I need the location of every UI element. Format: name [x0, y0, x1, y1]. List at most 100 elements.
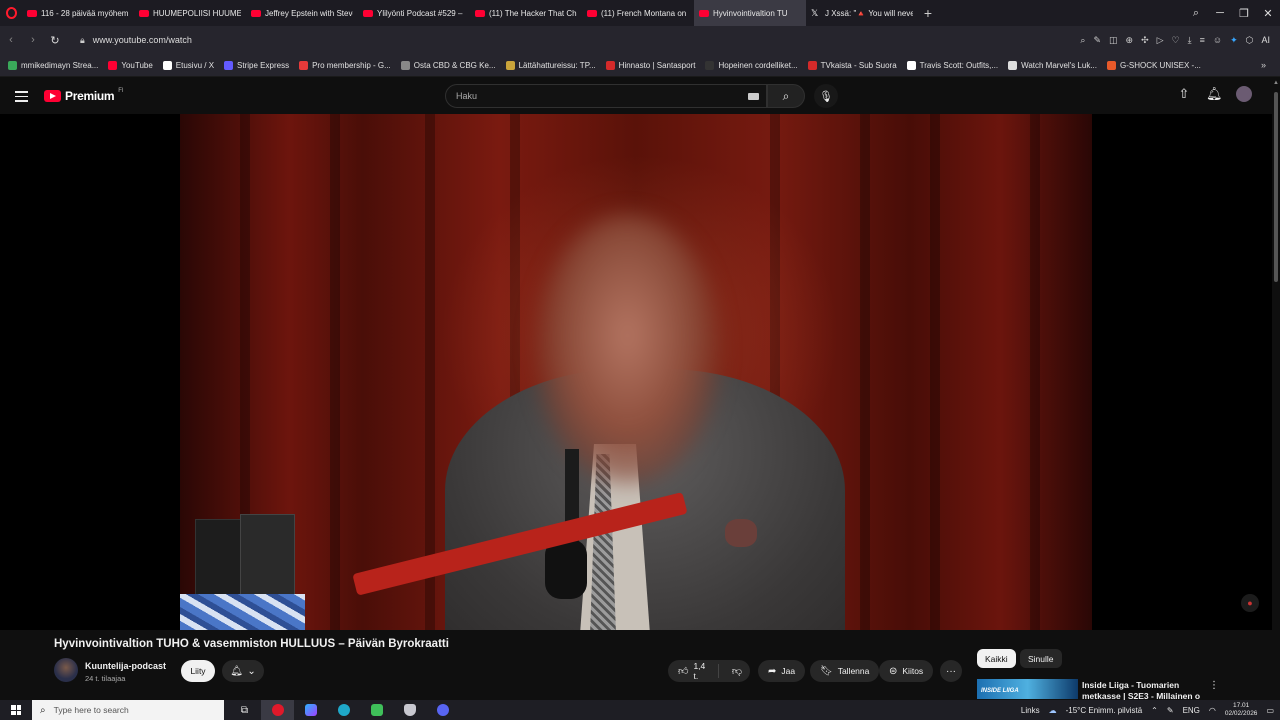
youtube-logo[interactable]: Premium FI	[44, 88, 124, 103]
task-view-icon[interactable]: ⧉	[228, 700, 261, 720]
app-taskbar-icon[interactable]	[294, 700, 327, 720]
search-input[interactable]: Haku	[445, 84, 767, 108]
cube-icon[interactable]: ⬡	[1246, 35, 1254, 46]
blurred-face	[535, 214, 720, 484]
bookmarks-overflow-icon[interactable]: »	[1261, 60, 1266, 70]
browser-tab[interactable]: 𝕏 J Xssä: "🔺 You will never	[806, 0, 918, 26]
chip-all[interactable]: Kaikki	[977, 649, 1016, 668]
start-button[interactable]	[0, 700, 32, 720]
scrollbar-thumb[interactable]	[1274, 92, 1278, 282]
ai-button[interactable]: AI	[1261, 35, 1270, 45]
bookmark-item[interactable]: mmikedimayn Strea...	[8, 60, 98, 70]
edge-taskbar-icon[interactable]	[327, 700, 360, 720]
reload-icon[interactable]: ↻	[44, 34, 66, 47]
new-tab-icon[interactable]: +	[918, 5, 938, 21]
opera-taskbar-icon[interactable]	[261, 700, 294, 720]
opera-menu-icon[interactable]	[0, 0, 22, 26]
close-window-icon[interactable]: ✕	[1256, 7, 1280, 20]
url-field[interactable]: www.youtube.com/watch	[93, 35, 192, 45]
browser-tab[interactable]: Ylilyönti Podcast #529 – Li	[358, 0, 470, 26]
channel-avatar[interactable]	[54, 658, 78, 682]
notifications-bell-icon[interactable]: 🔔︎	[1206, 86, 1223, 102]
snapshot-icon[interactable]: ◫	[1109, 35, 1118, 46]
bookmark-item[interactable]: Etusivu / X	[162, 60, 214, 70]
weather-icon[interactable]: ☁	[1049, 706, 1057, 715]
lock-icon[interactable]: 🔒︎	[80, 35, 85, 46]
recommendation-thumbnail[interactable]: INSIDE LIIGA	[977, 679, 1078, 699]
notifications-icon[interactable]: ▭	[1266, 706, 1274, 715]
maximize-icon[interactable]: ❐	[1232, 7, 1256, 20]
video-player[interactable]: ●	[0, 114, 1272, 630]
language-indicator[interactable]: ENG	[1183, 706, 1200, 715]
browser-tab[interactable]: HUUMEPOLIISI HUUMEK	[134, 0, 246, 26]
video-frame[interactable]	[180, 114, 1092, 630]
desk-object	[180, 594, 305, 630]
wifi-icon[interactable]: ◠	[1209, 706, 1216, 715]
ext-badge-icon[interactable]: ✦	[1230, 35, 1238, 46]
tab-search-icon[interactable]: ⌕	[1184, 7, 1208, 20]
like-button[interactable]: 👍︎ 1,4 t.	[668, 661, 719, 681]
extension-icon[interactable]: ⊕	[1126, 35, 1134, 46]
minimize-icon[interactable]: ─	[1208, 7, 1232, 19]
thanks-button[interactable]: ⊜ Kiitos	[879, 660, 934, 682]
bookmark-item[interactable]: TVkaista - Sub Suora	[807, 60, 897, 70]
search-page-icon[interactable]: ⌕	[1080, 35, 1085, 46]
search-button[interactable]: ⌕	[767, 84, 805, 108]
forward-icon[interactable]: ›	[22, 34, 44, 46]
guide-menu-icon[interactable]	[15, 91, 28, 105]
browser-tab[interactable]: Hyvinvointivaltion TU	[694, 0, 806, 26]
share-button[interactable]: ➦ Jaa	[758, 660, 806, 682]
profile-icon[interactable]: ☺︎	[1213, 35, 1222, 45]
channel-name[interactable]: Kuuntelija-podcast	[85, 661, 166, 671]
shield-taskbar-icon[interactable]	[393, 700, 426, 720]
bookmark-item[interactable]: Travis Scott: Outfits,...	[906, 60, 998, 70]
recommendation-title[interactable]: Inside Liiga - Tuomarien metkasse | S2E3…	[1082, 680, 1202, 700]
save-button[interactable]: 🔖︎ Tallenna	[810, 660, 880, 682]
keyboard-icon[interactable]	[748, 93, 759, 100]
browser-tab[interactable]: (11) French Montana on E	[582, 0, 694, 26]
more-dots-icon: ···	[946, 665, 956, 677]
browser-tab[interactable]: (11) The Hacker That Char	[470, 0, 582, 26]
subscription-bell-button[interactable]: 🔔︎ ⌄	[222, 660, 264, 682]
dislike-button[interactable]: 👎︎	[724, 665, 750, 677]
clock[interactable]: 17.01 02/02/2026	[1225, 702, 1258, 718]
chip-for-you[interactable]: Sinulle	[1020, 649, 1062, 668]
thumbs-up-icon: 👍︎	[678, 666, 689, 677]
browser-tab[interactable]: Jeffrey Epstein with Steve	[246, 0, 358, 26]
taskbar-search-input[interactable]: ⌕ Type here to search	[32, 700, 224, 720]
more-actions-button[interactable]: ···	[940, 660, 962, 682]
browser-tab[interactable]: 116 - 28 päivää myöhemm	[22, 0, 134, 26]
player-icon[interactable]: ▷	[1157, 35, 1164, 46]
downloads-icon[interactable]: ⤓	[1188, 35, 1192, 46]
account-avatar[interactable]	[1236, 86, 1252, 102]
favorites-icon[interactable]: ♡	[1172, 35, 1180, 46]
discord-taskbar-icon[interactable]	[426, 700, 459, 720]
upload-icon[interactable]: ⇧	[1176, 86, 1192, 102]
bookmark-item[interactable]: Watch Marvel's Luk...	[1008, 60, 1097, 70]
back-icon[interactable]: ‹	[0, 34, 22, 46]
bookmark-item[interactable]: YouTube	[108, 60, 153, 70]
menu-lines-icon[interactable]: ≡	[1200, 35, 1205, 45]
page-scrollbar[interactable]: ▲	[1272, 77, 1280, 720]
ambient-avatar-icon[interactable]: ●	[1241, 594, 1259, 612]
join-button[interactable]: Liity	[181, 660, 215, 682]
easy-setup-icon[interactable]: ✣	[1141, 35, 1149, 46]
pen-icon[interactable]: ✎	[1167, 706, 1174, 715]
recommendation-menu-icon[interactable]: ⋮	[1209, 680, 1219, 691]
bookmark-item[interactable]: Lättähattureissu: TP...	[505, 60, 596, 70]
bookmark-item[interactable]: G-SHOCK UNISEX -...	[1106, 60, 1201, 70]
bookmark-item[interactable]: Hopeinen cordelliket...	[705, 60, 798, 70]
links-toolbar[interactable]: Links	[1021, 706, 1040, 715]
thanks-label: Kiitos	[902, 666, 924, 676]
voice-search-button[interactable]: 🎙︎	[814, 84, 838, 108]
window-controls: ⌕ ─ ❐ ✕	[1184, 0, 1280, 26]
weather-text[interactable]: -15°C Enimm. pilvistä	[1066, 706, 1143, 715]
edit-icon[interactable]: ✎	[1093, 35, 1101, 46]
scroll-up-icon[interactable]: ▲	[1273, 80, 1279, 86]
bookmark-item[interactable]: Hinnasto | Santasport	[605, 60, 695, 70]
bookmark-item[interactable]: Osta CBD & CBG Ke...	[400, 60, 496, 70]
bookmark-item[interactable]: Pro membership - G...	[299, 60, 391, 70]
store-taskbar-icon[interactable]	[360, 700, 393, 720]
tray-chevron-icon[interactable]: ⌃	[1151, 706, 1158, 715]
bookmark-item[interactable]: Stripe Express	[224, 60, 289, 70]
